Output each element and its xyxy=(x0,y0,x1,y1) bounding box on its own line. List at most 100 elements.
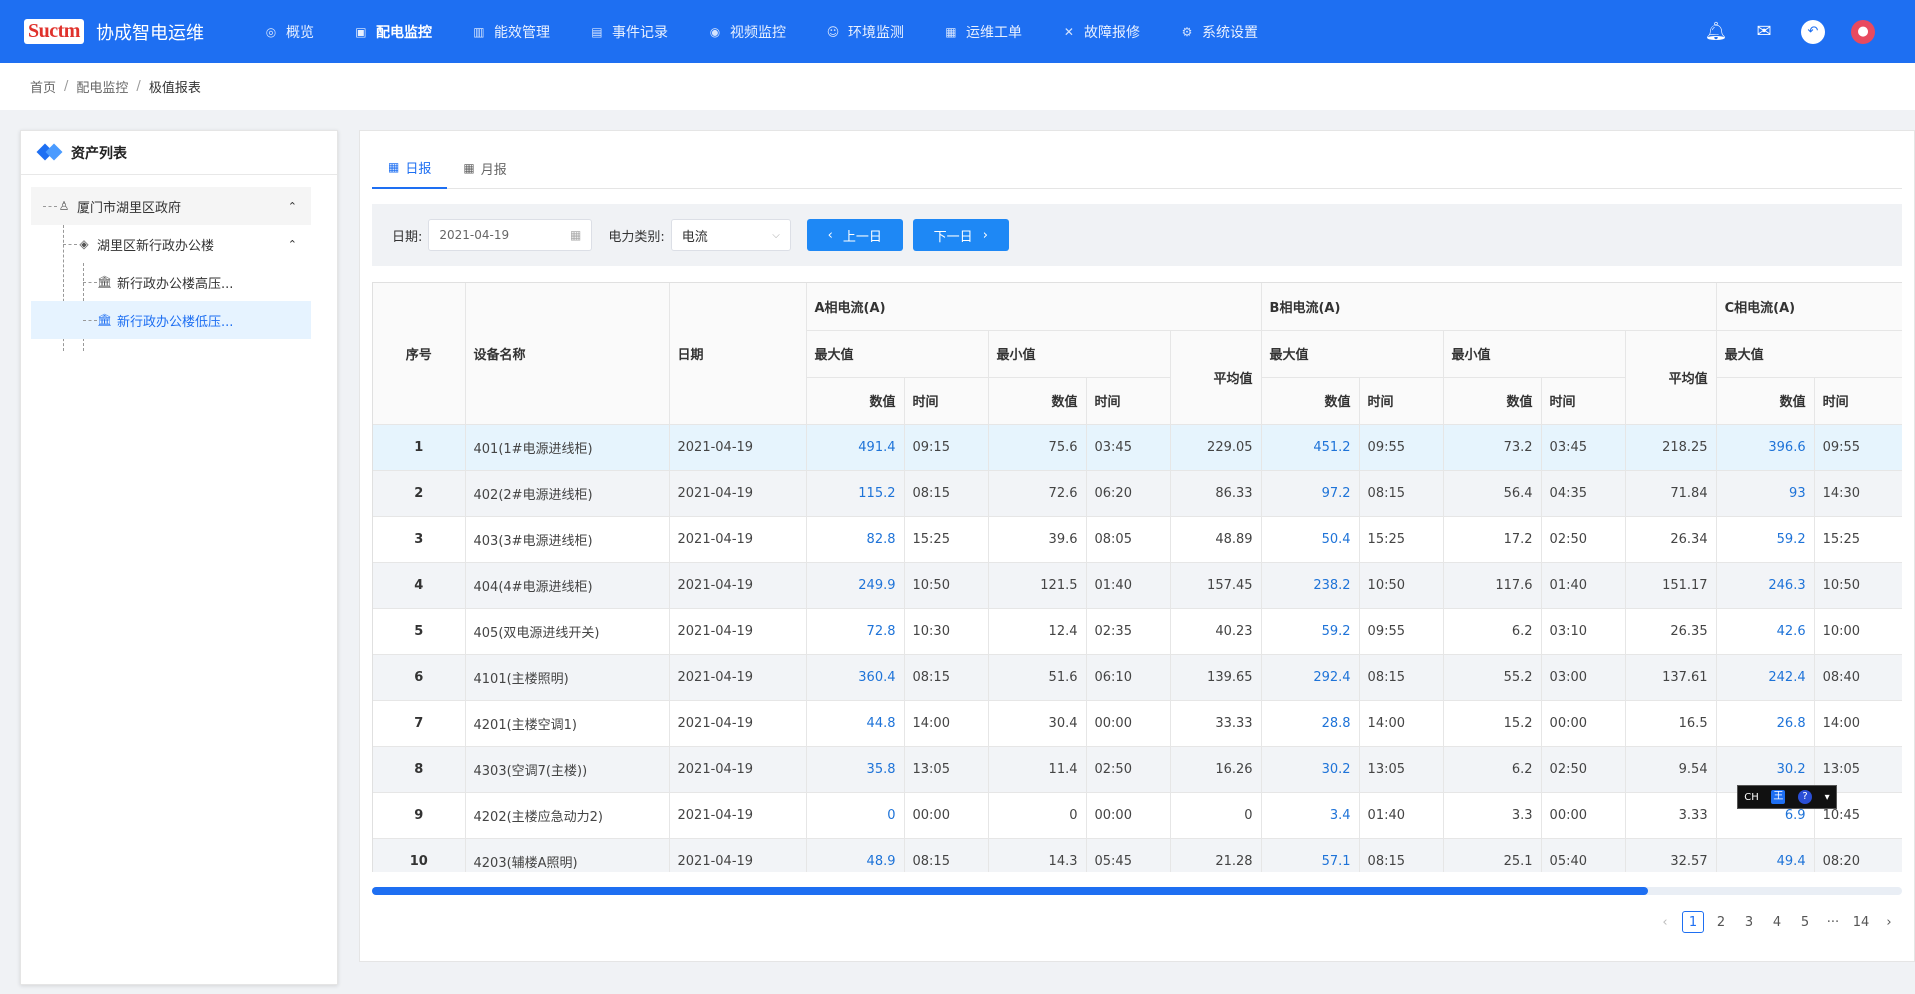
cell-a-min-t: 00:00 xyxy=(1086,700,1171,747)
breadcrumb-home[interactable]: 首页 xyxy=(30,77,56,96)
cell-b-max[interactable]: 451.2 xyxy=(1261,424,1360,471)
cell-a-max[interactable]: 360.4 xyxy=(806,654,905,701)
cell-idx: 7 xyxy=(373,700,466,747)
cell-a-max[interactable]: 44.8 xyxy=(806,700,905,747)
cell-c-max[interactable]: 242.4 xyxy=(1716,654,1815,701)
nav-item-8[interactable]: ⚙ 系统设置 xyxy=(1160,0,1278,63)
page-button-1[interactable]: 1 xyxy=(1682,911,1704,933)
chevron-down-icon: ⌵ xyxy=(772,229,780,241)
cell-c-max[interactable]: 93 xyxy=(1716,470,1815,517)
nav-item-6[interactable]: ▦ 运维工单 xyxy=(924,0,1042,63)
cell-a-max[interactable]: 35.8 xyxy=(806,746,905,793)
cell-b-max[interactable]: 59.2 xyxy=(1261,608,1360,655)
a-max-value-header: 数值 xyxy=(806,377,905,425)
table-row[interactable]: 3 403(3#电源进线柜) 2021-04-19 82.8 15:25 39.6 08:0… xyxy=(373,516,1902,563)
tab-daily[interactable]: ▦ 日报 xyxy=(372,147,448,189)
bell-icon[interactable]: 🔔︎ xyxy=(1705,21,1728,43)
power-type-select[interactable]: 电流 ⌵ xyxy=(670,219,791,251)
cell-a-max[interactable]: 115.2 xyxy=(806,470,905,517)
cell-a-min: 14.3 xyxy=(988,838,1087,872)
cell-b-max[interactable]: 57.1 xyxy=(1261,838,1360,872)
cell-b-avg: 151.17 xyxy=(1625,562,1717,609)
avatar[interactable]: ● xyxy=(1851,19,1875,44)
c-max-header: 最大值 xyxy=(1716,330,1902,378)
cell-a-max[interactable]: 249.9 xyxy=(806,562,905,609)
cell-b-max[interactable]: 97.2 xyxy=(1261,470,1360,517)
tree-node[interactable]: ♙ 厦门市湖里区政府 ⌃ xyxy=(31,187,311,225)
ime-menu-icon[interactable]: ▾ xyxy=(1825,792,1830,803)
cell-a-max[interactable]: 72.8 xyxy=(806,608,905,655)
table-row[interactable]: 8 4303(空调7(主楼)) 2021-04-19 35.8 13:05 11.4 02:… xyxy=(373,746,1902,793)
cell-b-max[interactable]: 50.4 xyxy=(1261,516,1360,563)
chevron-up-icon[interactable]: ⌃ xyxy=(288,238,297,251)
nav-item-5[interactable]: ☺ 环境监测 xyxy=(806,0,924,63)
tab-monthly[interactable]: ▦ 月报 xyxy=(447,147,522,189)
cell-device: 4201(主楼空调1) xyxy=(465,700,670,747)
table-row[interactable]: 9 4202(主楼应急动力2) 2021-04-19 0 00:00 0 00:00 0 3.4… xyxy=(373,792,1902,839)
cell-a-min-t: 05:45 xyxy=(1086,838,1171,872)
cell-a-avg: 33.33 xyxy=(1170,700,1262,747)
cell-a-max[interactable]: 48.9 xyxy=(806,838,905,872)
cell-c-max[interactable]: 42.6 xyxy=(1716,608,1815,655)
back-icon[interactable]: ↶ xyxy=(1801,19,1825,44)
cell-idx: 8 xyxy=(373,746,466,793)
cell-b-min: 6.2 xyxy=(1443,746,1542,793)
chevron-up-icon[interactable]: ⌃ xyxy=(288,200,297,213)
cell-b-max[interactable]: 28.8 xyxy=(1261,700,1360,747)
nav-item-1[interactable]: ▣ 配电监控 xyxy=(334,0,452,63)
page-button-5[interactable]: 5 xyxy=(1794,911,1816,933)
table-row[interactable]: 2 402(2#电源进线柜) 2021-04-19 115.2 08:15 72.6 06:… xyxy=(373,470,1902,517)
table-row[interactable]: 10 4203(辅楼A照明) 2021-04-19 48.9 08:15 14.3 05:4… xyxy=(373,838,1902,872)
page-button-last[interactable]: 14 xyxy=(1850,911,1872,933)
breadcrumb-section[interactable]: 配电监控 xyxy=(76,77,128,96)
cell-b-max[interactable]: 3.4 xyxy=(1261,792,1360,839)
cell-idx: 9 xyxy=(373,792,466,839)
cell-a-max[interactable]: 0 xyxy=(806,792,905,839)
logo[interactable]: Suctm 协成智电运维 xyxy=(24,19,244,45)
page-button-2[interactable]: 2 xyxy=(1710,911,1732,933)
date-picker[interactable]: 2021-04-19 ▦ xyxy=(428,219,593,251)
tree-node[interactable]: 🏛 新行政办公楼高压... xyxy=(31,263,311,301)
cell-a-max[interactable]: 82.8 xyxy=(806,516,905,563)
ime-lang[interactable]: CH xyxy=(1744,792,1759,803)
cell-c-max[interactable]: 26.8 xyxy=(1716,700,1815,747)
chevron-right-icon[interactable]: › xyxy=(1878,911,1900,933)
cell-c-max[interactable]: 396.6 xyxy=(1716,424,1815,471)
power-type-value: 电流 xyxy=(681,229,708,245)
tree-node[interactable]: ◈ 湖里区新行政办公楼 ⌃ xyxy=(31,225,311,263)
horizontal-scrollbar[interactable] xyxy=(372,887,1902,895)
chevron-left-icon[interactable]: ‹ xyxy=(1654,911,1676,933)
b-avg-header: 平均值 xyxy=(1625,330,1717,425)
scrollbar-thumb[interactable] xyxy=(372,887,1648,895)
prev-day-button[interactable]: ‹ 上一日 xyxy=(806,219,903,251)
nav-item-0[interactable]: ◎ 概览 xyxy=(244,0,334,63)
nav-item-3[interactable]: ▤ 事件记录 xyxy=(570,0,688,63)
nav-item-7[interactable]: ✕ 故障报修 xyxy=(1042,0,1160,63)
tree-node[interactable]: 🏛 新行政办公楼低压... xyxy=(31,301,311,339)
mail-icon[interactable]: ✉ xyxy=(1753,21,1775,43)
table-row[interactable]: 5 405(双电源进线开关) 2021-04-19 72.8 10:30 12.4 02:3… xyxy=(373,608,1902,655)
cell-b-avg: 16.5 xyxy=(1625,700,1717,747)
pagination-ellipsis[interactable]: ··· xyxy=(1822,911,1844,933)
nav-item-4[interactable]: ◉ 视频监控 xyxy=(688,0,806,63)
cell-b-max[interactable]: 238.2 xyxy=(1261,562,1360,609)
cell-b-max[interactable]: 30.2 xyxy=(1261,746,1360,793)
page-button-4[interactable]: 4 xyxy=(1766,911,1788,933)
cell-c-max[interactable]: 246.3 xyxy=(1716,562,1815,609)
ime-mode[interactable]: 王 xyxy=(1771,790,1786,804)
tree-node-label: 新行政办公楼高压... xyxy=(117,276,234,292)
table-row[interactable]: 7 4201(主楼空调1) 2021-04-19 44.8 14:00 30.4 00:00… xyxy=(373,700,1902,747)
table-row[interactable]: 6 4101(主楼照明) 2021-04-19 360.4 08:15 51.6 06:10… xyxy=(373,654,1902,701)
help-icon[interactable]: ? xyxy=(1798,790,1813,804)
cell-a-max[interactable]: 491.4 xyxy=(806,424,905,471)
cell-a-avg: 229.05 xyxy=(1170,424,1262,471)
nav-item-2[interactable]: ▥ 能效管理 xyxy=(452,0,570,63)
page-button-3[interactable]: 3 xyxy=(1738,911,1760,933)
cell-c-max[interactable]: 49.4 xyxy=(1716,838,1815,872)
next-day-button[interactable]: 下一日 › xyxy=(912,219,1009,251)
cell-c-max[interactable]: 59.2 xyxy=(1716,516,1815,563)
cell-b-max[interactable]: 292.4 xyxy=(1261,654,1360,701)
ime-toolbar[interactable]: CH 王 ? ▾ xyxy=(1737,785,1837,809)
table-row[interactable]: 1 401(1#电源进线柜) 2021-04-19 491.4 09:15 75.6 03:… xyxy=(373,424,1902,471)
table-row[interactable]: 4 404(4#电源进线柜) 2021-04-19 249.9 10:50 121.5 01… xyxy=(373,562,1902,609)
